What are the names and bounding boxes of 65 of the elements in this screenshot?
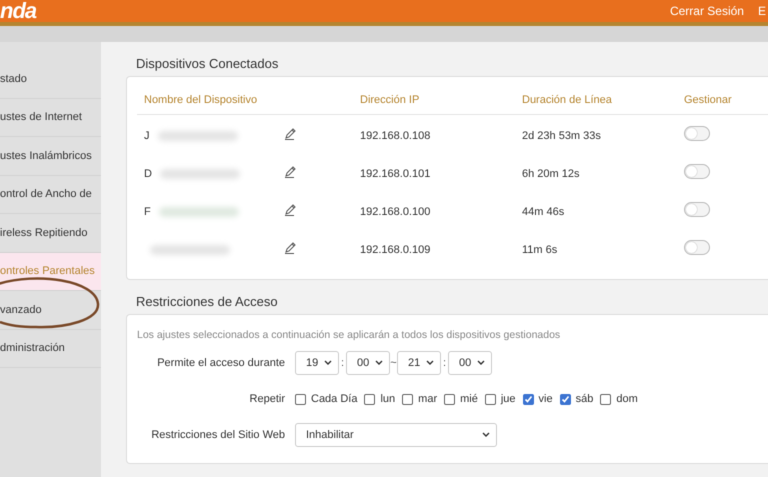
checkbox-label: vie [538,393,553,405]
table-cell-text: 2d 23h 53m 33s [522,130,602,142]
info-text: Los ajustes seleccionados a continuación se aplicarán a todos los dispositivos gestionados [137,329,562,341]
pencil-icon[interactable] [284,241,297,254]
time-select[interactable]: 21 [397,351,441,375]
sidebar-item[interactable]: stado [0,60,101,98]
checkbox[interactable] [560,394,571,404]
checkbox-label: jue [500,393,516,405]
table-cell-text: 11m 6s [522,244,558,256]
sidebar-item[interactable]: ustes Inalámbricos [0,137,101,176]
time-select[interactable]: 00 [448,351,492,375]
time-separator: : [340,357,346,369]
time-select[interactable]: 00 [346,351,390,375]
checkbox-label: sáb [576,393,594,405]
chevron-icon [426,360,434,366]
checkbox[interactable] [600,394,612,404]
checkbox-label: lun [380,393,396,405]
table-cell-text: 192.168.0.109 [360,244,432,256]
field-label: Repetir [248,393,286,405]
pencil-icon[interactable] [284,203,297,216]
column-header: Dirección IP [360,94,420,106]
table-cell-text: 44m 46s [522,206,566,218]
time-separator: : [442,357,448,369]
sidebar-item[interactable]: vanzado [0,291,101,330]
checkbox[interactable] [444,394,456,404]
table-cell-text: 192.168.0.100 [360,206,432,218]
table-cell-text: 192.168.0.108 [360,130,432,142]
time-select[interactable]: 19 [295,351,339,375]
pencil-icon[interactable] [284,127,297,140]
field-label: Restricciones del Sitio Web [150,429,286,441]
toggle-switch[interactable] [684,126,710,141]
web-restriction-select[interactable]: Inhabilitar [295,423,497,447]
pencil-icon[interactable] [284,165,297,178]
checkbox[interactable] [522,394,534,404]
chevron-icon [324,360,332,366]
column-header: Nombre del Dispositivo [144,94,258,106]
device-name: F [144,206,151,218]
checkbox-label: dom [616,393,638,405]
toggle-switch[interactable] [684,164,710,179]
field-label: Permite el acceso durante [156,357,286,369]
toggle-switch[interactable] [684,240,710,255]
checkbox[interactable] [295,394,306,404]
toggle-switch[interactable] [684,202,710,217]
chevron-icon [482,432,490,438]
device-name: J [144,130,150,142]
section-title: Restricciones de Acceso [136,294,279,309]
chevron-icon [375,360,383,366]
checkbox[interactable] [484,394,496,404]
device-name: D [144,168,152,180]
checkbox-label: mar [418,393,438,405]
sidebar-item[interactable]: ontrol de Ancho de [0,176,101,214]
checkbox-label: Cada Día [311,393,358,405]
checkbox-label: mié [460,393,478,405]
column-header: Gestionar [684,94,733,106]
sidebar-item[interactable]: dministración [0,330,101,368]
table-cell-text: 192.168.0.101 [360,168,432,180]
section-title: Dispositivos Conectados [136,56,280,71]
logo: nda [0,0,38,22]
chevron-icon [477,360,485,366]
sidebar-item[interactable]: ustes de Internet [0,98,101,137]
table-cell-text: 6h 20m 12s [522,168,580,180]
column-header: Duración de Línea [522,94,613,106]
checkbox[interactable] [364,394,376,404]
checkbox[interactable] [402,394,414,404]
time-separator: ~ [390,357,397,369]
